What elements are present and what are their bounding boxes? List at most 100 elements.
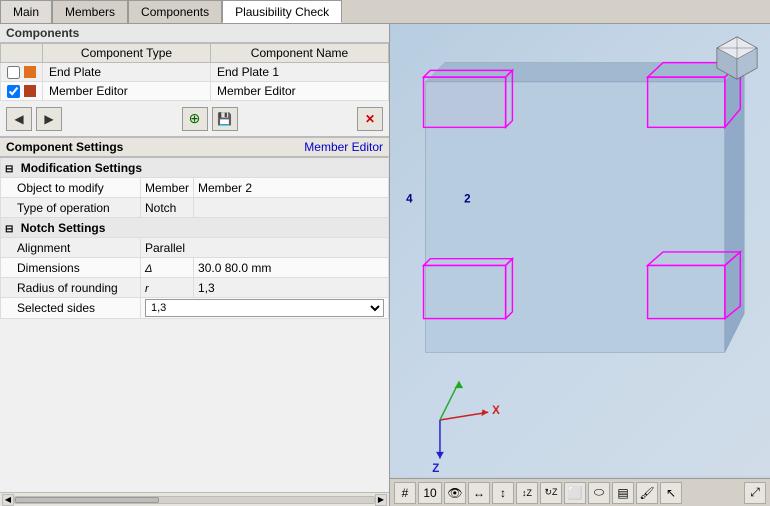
- viewport-bottom-toolbar: # 10 👁 ↔ ↕ ↕Z ↻Z: [390, 478, 770, 506]
- sides-select[interactable]: 1,3 2,4 1,2,3,4: [145, 299, 384, 317]
- eye-icon: 👁: [447, 486, 462, 500]
- prop-row-alignment: Alignment Parallel: [1, 238, 389, 258]
- top-tab-bar: Main Members Components Plausibility Che…: [0, 0, 770, 24]
- settings-subtitle: Member Editor: [304, 140, 383, 154]
- prop-label-radius: Radius of rounding: [1, 278, 141, 298]
- prop-label-object: Object to modify: [1, 178, 141, 198]
- number-btn[interactable]: 10: [418, 482, 442, 504]
- cube-svg: [712, 32, 762, 82]
- tab-members[interactable]: Members: [52, 0, 128, 23]
- delete-btn[interactable]: ✕: [357, 107, 383, 131]
- prop-value-dimensions: 30.0 80.0 mm: [194, 258, 389, 278]
- box-icon: ⬜: [568, 486, 583, 500]
- prop-value-radius: 1,3: [194, 278, 389, 298]
- prop-row-radius: Radius of rounding r 1,3: [1, 278, 389, 298]
- paint-icon: 🖌: [639, 486, 654, 500]
- grid-icon: #: [402, 486, 409, 500]
- prop-label-operation: Type of operation: [1, 198, 141, 218]
- render-icon: ▤: [617, 486, 628, 500]
- move-h-icon: ↔: [473, 486, 485, 500]
- cylinder-btn[interactable]: ⬭: [588, 482, 610, 504]
- tab-components[interactable]: Components: [128, 0, 222, 23]
- prop-icon-radius: r: [141, 278, 194, 298]
- tab-main[interactable]: Main: [0, 0, 52, 23]
- prop-icon-dimensions: Δ: [141, 258, 194, 278]
- components-section-header: Components: [0, 24, 389, 43]
- row1-checkbox[interactable]: [7, 66, 20, 79]
- move-left-btn[interactable]: ◀: [6, 107, 32, 131]
- move-v-btn[interactable]: ↕: [492, 482, 514, 504]
- prop-label-sides: Selected sides: [1, 298, 141, 319]
- scene-3d: 2 4 X Z: [390, 24, 770, 476]
- move-left-icon: ◀: [14, 112, 23, 126]
- row1-color: [24, 66, 36, 78]
- tab-plausibility-check[interactable]: Plausibility Check: [222, 0, 342, 23]
- col-name-header: Component Name: [210, 44, 388, 63]
- cylinder-icon: ⬭: [594, 485, 604, 500]
- left-panel: Components Component Type Component Name: [0, 24, 390, 506]
- grid-btn[interactable]: #: [394, 482, 416, 504]
- modification-settings-header: ⊟ Modification Settings: [1, 158, 389, 178]
- axes-group: X Z: [432, 381, 500, 475]
- row2-name: Member Editor: [210, 82, 388, 101]
- props-scroll-area[interactable]: ⊟ Modification Settings Object to modify…: [0, 157, 389, 492]
- horizontal-scrollbar[interactable]: ◀ ▶: [0, 492, 389, 506]
- row2-type: Member Editor: [43, 82, 211, 101]
- col-type-header: Component Type: [43, 44, 211, 63]
- viewport-svg: 2 4 X Z: [390, 24, 770, 476]
- move-right-btn[interactable]: ▶: [36, 107, 62, 131]
- table-row: End Plate End Plate 1: [1, 63, 389, 82]
- rotate-btn[interactable]: ↻Z: [540, 482, 562, 504]
- prop-label-dimensions: Dimensions: [1, 258, 141, 278]
- cursor-btn[interactable]: ↖: [660, 482, 682, 504]
- row2-color: [24, 85, 36, 97]
- settings-header: Component Settings Member Editor: [0, 137, 389, 157]
- col-check: [1, 44, 43, 63]
- scale-icon: 10: [423, 486, 436, 500]
- fullscreen-btn[interactable]: ⤢: [744, 482, 766, 504]
- box-btn[interactable]: ⬜: [564, 482, 586, 504]
- row1-check-cell: [7, 66, 36, 79]
- prop-value-sides[interactable]: 1,3 2,4 1,2,3,4: [141, 298, 389, 319]
- prop-row-object: Object to modify Member Member 2: [1, 178, 389, 198]
- scroll-left-arrow[interactable]: ◀: [2, 494, 14, 506]
- settings-title: Component Settings: [6, 140, 123, 154]
- components-toolbar: ◀ ▶ ⊕ 💾 ✕: [0, 101, 389, 137]
- save-btn[interactable]: 💾: [212, 107, 238, 131]
- move-h-btn[interactable]: ↔: [468, 482, 490, 504]
- move-z-btn[interactable]: ↕Z: [516, 482, 538, 504]
- move-right-icon: ▶: [44, 112, 53, 126]
- collapse-notch-btn[interactable]: ⊟: [5, 224, 13, 235]
- svg-text:X: X: [492, 405, 500, 417]
- rotate-z-icon: ↻Z: [544, 487, 557, 498]
- table-row: Member Editor Member Editor: [1, 82, 389, 101]
- save-icon: 💾: [217, 112, 232, 126]
- prop-row-dimensions: Dimensions Δ 30.0 80.0 mm: [1, 258, 389, 278]
- scroll-right-arrow[interactable]: ▶: [375, 494, 387, 506]
- r-icon: r: [145, 283, 149, 295]
- components-table: Component Type Component Name: [0, 43, 389, 101]
- add-btn[interactable]: ⊕: [182, 107, 208, 131]
- render-btn[interactable]: ▤: [612, 482, 634, 504]
- prop-value-object: Member: [141, 178, 194, 198]
- eye-btn[interactable]: 👁: [444, 482, 466, 504]
- notch-settings-header: ⊟ Notch Settings: [1, 218, 389, 238]
- prop-value2-object: Member 2: [194, 178, 389, 198]
- viewport: 2 4 X Z: [390, 24, 770, 506]
- prop-value-operation: Notch: [141, 198, 194, 218]
- move-z-icon: ↕Z: [522, 488, 532, 498]
- label-4: 4: [406, 194, 413, 206]
- svg-text:Z: Z: [432, 463, 439, 475]
- delta-icon: Δ: [145, 263, 152, 275]
- fullscreen-icon: ⤢: [750, 485, 760, 500]
- collapse-modification-btn[interactable]: ⊟: [5, 164, 13, 175]
- orientation-cube[interactable]: [712, 32, 762, 82]
- scroll-thumb[interactable]: [15, 497, 159, 503]
- main-layout: Components Component Type Component Name: [0, 24, 770, 506]
- label-2: 2: [464, 194, 470, 206]
- delete-icon: ✕: [365, 112, 375, 126]
- scroll-track[interactable]: [14, 496, 375, 504]
- row2-checkbox[interactable]: [7, 85, 20, 98]
- prop-row-operation: Type of operation Notch: [1, 198, 389, 218]
- paint-btn[interactable]: 🖌: [636, 482, 658, 504]
